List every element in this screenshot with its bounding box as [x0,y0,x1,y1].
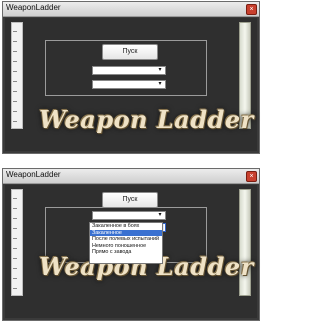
start-button[interactable]: Пуск [102,44,158,60]
tick-mark [13,91,17,92]
left-progress-bar [11,189,23,296]
title-bar[interactable]: WeaponLadder × [3,2,259,17]
tick-mark [13,101,17,102]
chevron-down-icon[interactable]: ▾ [156,212,164,219]
dropdown-option[interactable]: Прямо с завода [90,249,162,256]
close-button[interactable]: × [246,171,257,182]
window-top: WeaponLadder × Пуск ▾ ▾ Weapon Ladder [2,1,260,154]
tick-mark [13,248,17,249]
window-title: WeaponLadder [6,170,61,179]
combo-box-1[interactable]: ▾ [92,211,166,220]
weapon-ladder-logo: Weapon Ladder [39,105,254,134]
chevron-down-icon[interactable]: ▾ [156,67,164,74]
combo-box-2[interactable]: ▾ [92,80,166,89]
combo-box-1[interactable]: ▾ [92,66,166,75]
title-bar[interactable]: WeaponLadder × [3,169,259,184]
tick-mark [13,111,17,112]
tick-mark [13,121,17,122]
dropdown-option[interactable]: Закаленное в боях [90,223,162,230]
tick-mark [13,81,17,82]
tick-mark [13,208,17,209]
window-title: WeaponLadder [6,3,61,12]
tick-mark [13,31,17,32]
tick-mark [13,51,17,52]
tick-mark [13,228,17,229]
tick-mark [13,288,17,289]
tick-mark [13,268,17,269]
dropdown-option[interactable]: Немного поношенное [90,243,162,250]
tick-mark [13,218,17,219]
tick-mark [13,198,17,199]
tick-mark [13,41,17,42]
start-button[interactable]: Пуск [102,192,158,208]
tick-mark [13,258,17,259]
dropdown-option[interactable]: После полевых испытаний [90,236,162,243]
chevron-down-icon[interactable]: ▾ [156,81,164,88]
tick-mark [13,71,17,72]
tick-mark [13,278,17,279]
tick-mark [13,61,17,62]
separator [0,158,262,166]
tick-mark [13,238,17,239]
dropdown-list[interactable]: Закаленное в боях Закаленное После полев… [89,222,163,264]
left-progress-bar [11,22,23,129]
close-button[interactable]: × [246,4,257,15]
